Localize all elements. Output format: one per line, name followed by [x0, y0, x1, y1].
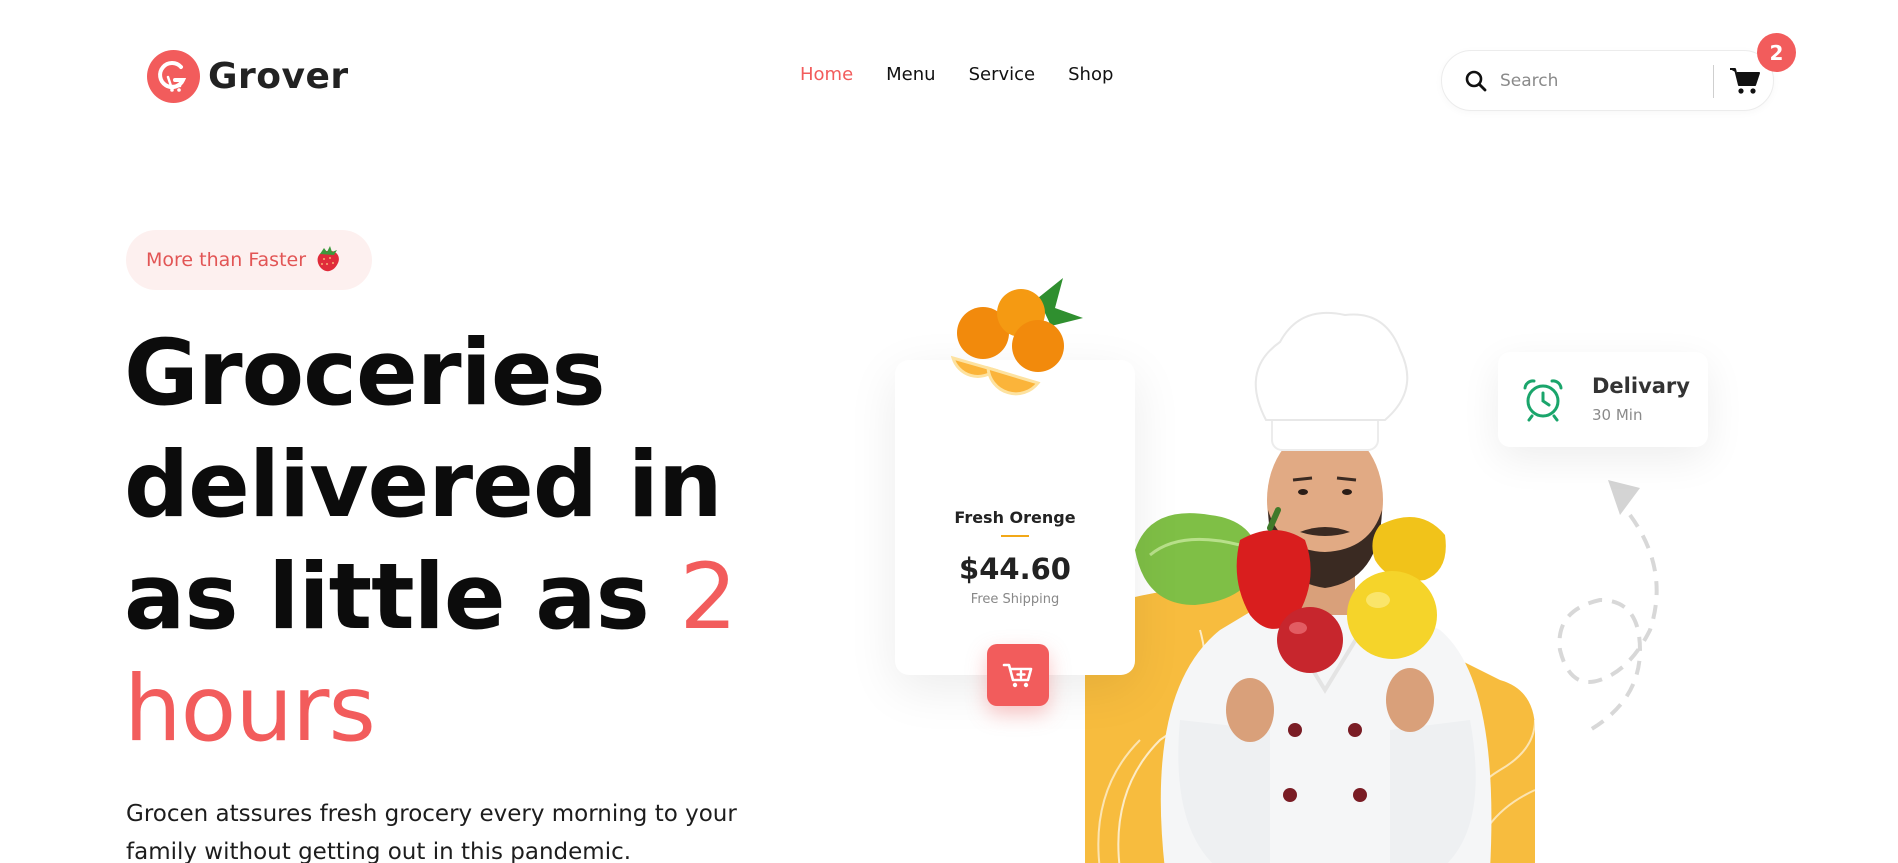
strawberry-icon [312, 242, 344, 278]
hero-headline: Groceries delivered in as little as 2 ho… [124, 318, 744, 766]
add-to-cart-icon [1002, 663, 1033, 688]
delivery-time: 30 Min [1592, 406, 1643, 424]
tagline-text: More than Faster [146, 249, 307, 271]
grover-logo-icon [147, 50, 200, 103]
main-nav: Home Menu Service Shop [800, 64, 1113, 85]
product-price: $44.60 [959, 552, 1071, 586]
delivery-title: Delivary [1592, 374, 1690, 398]
headline-line-1: Groceries [124, 321, 606, 426]
headline-line-3: as little as 2 [124, 542, 744, 654]
search-box [1441, 50, 1774, 111]
search-divider [1713, 65, 1714, 98]
nav-home[interactable]: Home [800, 64, 853, 85]
oranges-image [950, 278, 1083, 396]
nav-service[interactable]: Service [969, 64, 1036, 85]
brand-logo[interactable]: Grover [147, 50, 349, 103]
delivery-card: Delivary 30 Min [1498, 352, 1708, 447]
hero-description: Grocen atssures fresh grocery every morn… [126, 801, 737, 863]
cart-count-badge: 2 [1757, 33, 1796, 72]
nav-menu[interactable]: Menu [886, 64, 935, 85]
search-input[interactable] [1500, 65, 1700, 97]
product-card[interactable]: Fresh Orenge $44.60 Free Shipping [895, 278, 1135, 675]
nav-shop[interactable]: Shop [1068, 64, 1113, 85]
headline-accent-hours: hours [124, 657, 376, 762]
product-divider [1001, 535, 1029, 537]
tagline-pill: More than Faster [126, 230, 372, 290]
product-name: Fresh Orenge [954, 508, 1076, 527]
add-to-cart-button[interactable] [987, 644, 1049, 706]
cart-button[interactable] [1729, 66, 1761, 96]
headline-line-2: delivered in [124, 433, 723, 538]
product-shipping: Free Shipping [970, 592, 1060, 607]
cart-icon [1730, 68, 1760, 94]
brand-name: Grover [208, 56, 349, 97]
headline-accent-number: 2 [679, 545, 737, 650]
search-icon[interactable] [1464, 69, 1488, 97]
headline-line-3-text: as little as [124, 545, 680, 650]
alarm-clock-icon [1520, 376, 1566, 426]
